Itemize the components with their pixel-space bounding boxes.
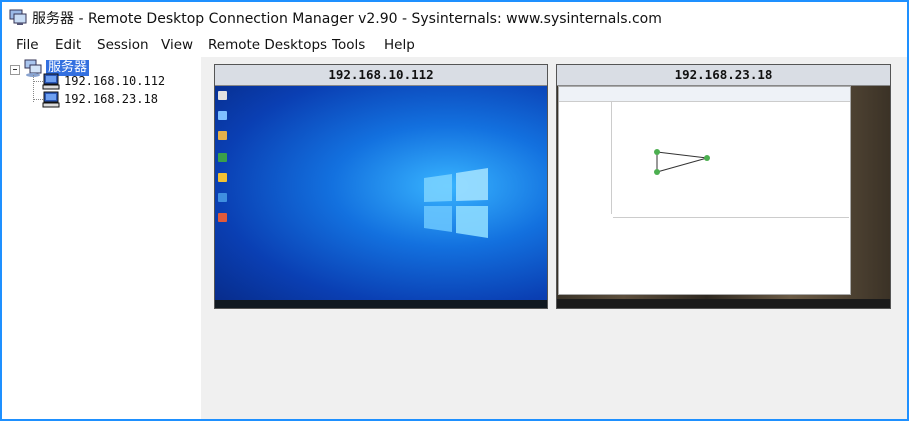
computer-icon	[42, 73, 60, 90]
remote-app-grid	[613, 217, 849, 293]
server-label[interactable]: 192.168.10.112	[64, 74, 165, 88]
thumbnail-header[interactable]: 192.168.23.18	[557, 65, 890, 86]
app-window: 服务器 - Remote Desktop Connection Manager …	[0, 0, 909, 421]
desktop-shortcut-icon	[218, 131, 227, 140]
desktop-wallpaper	[215, 86, 547, 308]
desktop-shortcut-icon	[218, 173, 227, 182]
remote-app-toolbar	[559, 87, 850, 102]
menu-view[interactable]: View	[161, 37, 193, 53]
menu-bar: File Edit Session View Remote Desktops T…	[2, 33, 907, 57]
windows-logo-icon	[424, 168, 488, 238]
remote-screen-preview[interactable]	[215, 86, 547, 308]
thumbnail-header[interactable]: 192.168.10.112	[215, 65, 547, 86]
menu-session[interactable]: Session	[97, 37, 149, 53]
desktop-shortcut-icon	[218, 213, 227, 222]
server-thumbnail[interactable]: 192.168.10.112	[214, 64, 548, 309]
server-label[interactable]: 192.168.23.18	[64, 92, 158, 106]
remote-app-diagram	[654, 149, 710, 175]
window-title: 服务器 - Remote Desktop Connection Manager …	[32, 11, 662, 27]
desktop-shortcut-icon	[218, 111, 227, 120]
remote-taskbar	[557, 299, 890, 308]
remote-application-window	[558, 86, 851, 295]
menu-remote-desktops[interactable]: Remote Desktops	[208, 37, 327, 53]
remote-app-sidebar	[559, 102, 612, 214]
menu-tools[interactable]: Tools	[332, 37, 365, 53]
app-icon	[9, 9, 27, 25]
menu-edit[interactable]: Edit	[55, 37, 81, 53]
menu-file[interactable]: File	[16, 37, 39, 53]
server-tree-panel: 服务器 192.168.10.112 192.168.23.18	[2, 57, 200, 419]
server-thumbnail[interactable]: 192.168.23.18	[556, 64, 891, 309]
remote-screen-preview[interactable]	[557, 86, 890, 308]
remote-taskbar	[215, 300, 547, 308]
tree-connector	[33, 75, 34, 102]
computer-icon	[42, 91, 60, 108]
title-bar[interactable]: 服务器 - Remote Desktop Connection Manager …	[2, 2, 907, 32]
desktop-shortcut-icon	[218, 193, 227, 202]
menu-help[interactable]: Help	[384, 37, 415, 53]
thumbnail-area: 192.168.10.112 192.168.23.18	[201, 57, 907, 419]
collapse-icon[interactable]	[10, 65, 20, 75]
desktop-shortcut-icon	[218, 153, 227, 162]
recycle-bin-icon	[218, 91, 227, 100]
